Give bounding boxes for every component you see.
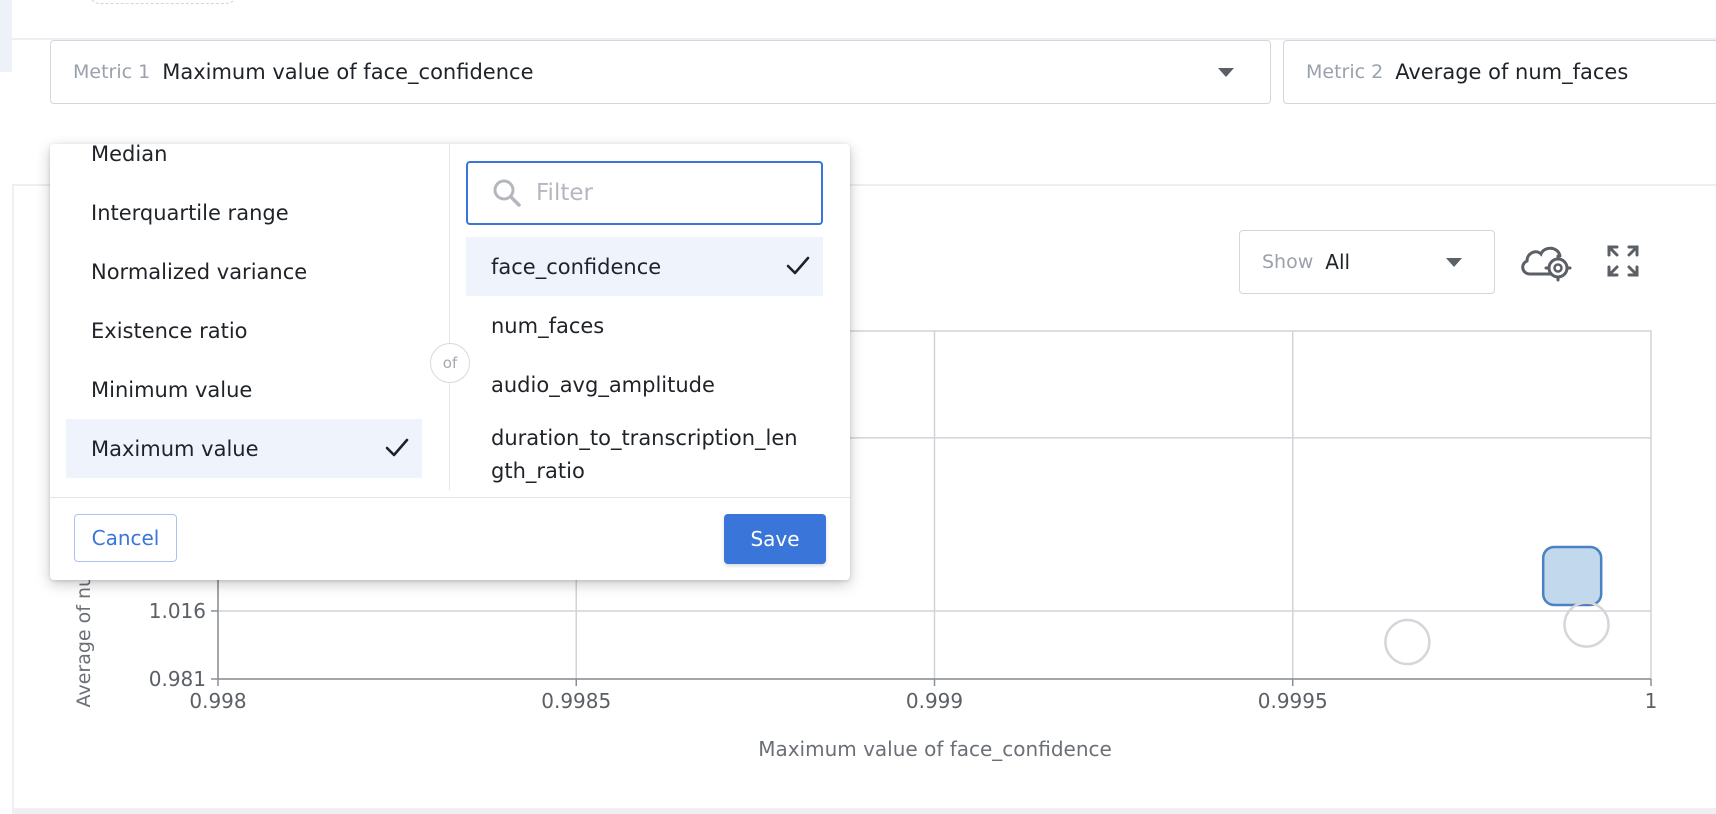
field-option[interactable]: audio_avg_amplitude [466,355,823,414]
field-option-label: duration_to_transcription_length_ratio [491,426,798,483]
aggregation-option[interactable]: Normalized variance [66,242,422,301]
aggregation-option-label: Existence ratio [91,318,248,343]
data-point[interactable] [1563,601,1610,648]
field-option-label: face_confidence [491,254,662,279]
bottom-border [12,808,1716,814]
field-option[interactable]: face_confidence [466,237,823,296]
checkmark-icon [385,438,409,457]
field-list: face_confidence num_faces audio_avg_amplit… [466,237,823,490]
field-option-label: audio_avg_amplitude [491,372,715,397]
aggregation-option-label: Minimum value [91,377,253,402]
dropdown-footer-divider [50,497,850,498]
aggregation-list: Median Interquartile range Normalized vari… [50,144,450,490]
checkmark-icon [786,256,810,275]
x-tick-label: 0.9985 [541,689,611,713]
metric-dropdown-panel: Median Interquartile range Normalized vari… [50,144,850,580]
x-tick-label: 1 [1645,689,1658,713]
dropdown-divider [449,144,450,490]
aggregation-option-label: Interquartile range [91,200,289,225]
aggregation-option[interactable]: Existence ratio [66,301,422,360]
y-tick-label: 1.016 [149,599,206,623]
search-icon [493,179,521,207]
field-option-label: num_faces [491,313,605,338]
x-tick-label: 0.998 [189,689,246,713]
x-axis-label: Maximum value of face_confidence [758,737,1112,761]
aggregation-option[interactable]: Minimum value [66,360,422,419]
aggregation-option[interactable]: Maximum value [66,419,422,478]
field-option[interactable]: num_faces [466,296,823,355]
of-separator: of [430,343,470,383]
field-option[interactable]: duration_to_transcription_length_ratio [466,414,823,488]
aggregation-option-label: Maximum value [91,436,259,461]
data-point[interactable] [1384,618,1431,666]
aggregation-option[interactable]: Interquartile range [66,183,422,242]
aggregation-option[interactable]: Median [66,144,422,183]
aggregation-option-label: Normalized variance [91,259,308,284]
filter-field[interactable] [466,161,823,225]
save-button[interactable]: Save [724,514,826,564]
filter-input[interactable] [536,180,806,206]
y-tick-label: 0.981 [149,667,206,691]
x-tick-label: 0.999 [906,689,963,713]
cancel-button[interactable]: Cancel [74,514,177,562]
x-tick-label: 0.9995 [1258,689,1328,713]
aggregation-option-label: Median [91,144,168,166]
data-point-selected[interactable] [1541,545,1603,607]
